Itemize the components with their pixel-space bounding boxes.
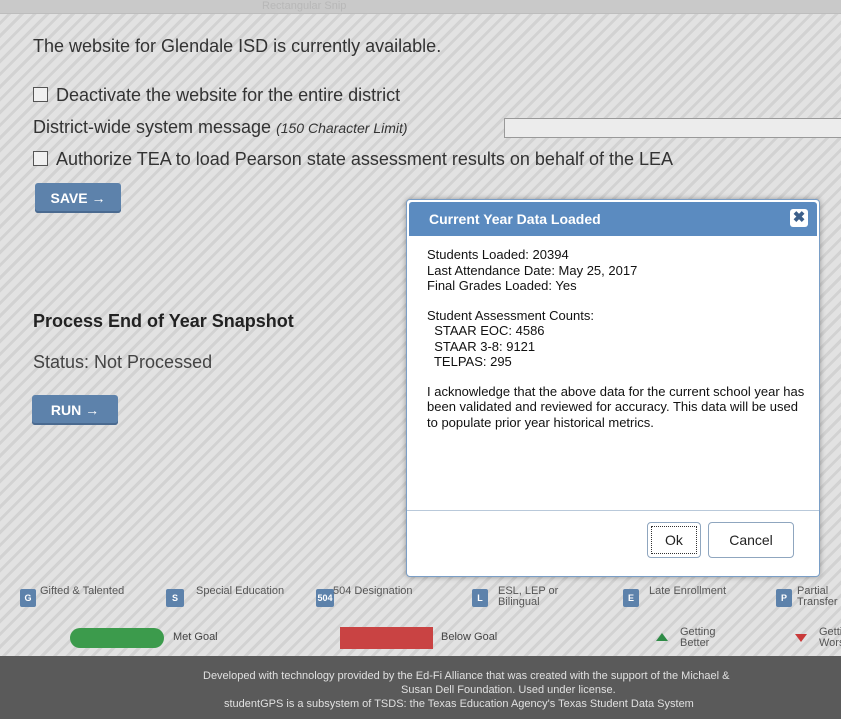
met-goal-label: Met Goal bbox=[173, 631, 218, 643]
authorize-label: Authorize TEA to load Pearson state asse… bbox=[56, 149, 674, 169]
authorize-row[interactable]: Authorize TEA to load Pearson state asse… bbox=[33, 149, 673, 170]
acknowledgement-text: I acknowledge that the above data for th… bbox=[427, 383, 805, 430]
getting-worse-label: Getting Worse bbox=[819, 627, 841, 649]
cancel-button[interactable]: Cancel bbox=[708, 522, 794, 558]
dialog-divider bbox=[407, 510, 819, 511]
late-enrollment-label: Late Enrollment bbox=[649, 585, 727, 597]
esl-icon: L bbox=[472, 589, 488, 607]
deactivate-row[interactable]: Deactivate the website for the entire di… bbox=[33, 85, 400, 106]
top-strip: Rectangular Snip bbox=[0, 0, 841, 14]
ok-button[interactable]: Ok bbox=[647, 522, 701, 558]
dialog-header: Current Year Data Loaded ✖ bbox=[409, 202, 817, 236]
partial-transfer-icon: P bbox=[776, 589, 792, 607]
final-grades-loaded: Final Grades Loaded: Yes bbox=[427, 278, 577, 293]
504-label: 504 Designation bbox=[333, 585, 413, 597]
system-message-label: District-wide system message bbox=[33, 117, 277, 137]
staar-38-count: STAAR 3-8: 9121 bbox=[427, 338, 536, 354]
last-attendance-date: Last Attendance Date: May 25, 2017 bbox=[427, 262, 638, 278]
snapshot-heading: Process End of Year Snapshot bbox=[33, 311, 294, 331]
telpas-count: TELPAS: 295 bbox=[427, 354, 512, 369]
character-limit-note: (150 Character Limit) bbox=[276, 120, 408, 136]
getting-worse-icon bbox=[795, 634, 807, 642]
assessment-counts-heading: Student Assessment Counts: bbox=[427, 307, 594, 323]
partial-transfer-label: Partial Transfer bbox=[797, 586, 838, 608]
dialog-body: Students Loaded: 20394 Last Attendance D… bbox=[427, 247, 807, 430]
footer-line-1: Developed with technology provided by th… bbox=[203, 670, 730, 682]
website-status-text: The website for Glendale ISD is currentl… bbox=[33, 36, 442, 56]
gifted-label: Gifted & Talented bbox=[40, 585, 125, 597]
system-message-row: District-wide system message (150 Charac… bbox=[33, 117, 408, 138]
staar-eoc-count: STAAR EOC: 4586 bbox=[427, 323, 545, 338]
special-education-label: Special Education bbox=[196, 585, 285, 597]
deactivate-checkbox[interactable] bbox=[33, 86, 48, 102]
late-enrollment-icon: E bbox=[623, 589, 639, 607]
504-icon: 504 bbox=[316, 589, 334, 607]
getting-better-label: Getting Better bbox=[680, 626, 716, 649]
footer-line-3: studentGPS is a subsystem of TSDS: the T… bbox=[224, 698, 694, 710]
below-goal-label: Below Goal bbox=[441, 631, 498, 643]
met-goal-swatch bbox=[70, 628, 164, 648]
snip-ghost-text: Rectangular Snip bbox=[262, 0, 347, 12]
gifted-icon: G bbox=[20, 589, 36, 607]
authorize-checkbox[interactable] bbox=[33, 150, 48, 166]
data-loaded-dialog: Current Year Data Loaded ✖ Students Load… bbox=[406, 199, 820, 577]
getting-better-icon bbox=[656, 633, 668, 641]
deactivate-label: Deactivate the website for the entire di… bbox=[56, 85, 401, 105]
footer-line-2: Susan Dell Foundation. Used under licens… bbox=[401, 684, 616, 696]
close-icon[interactable]: ✖ bbox=[790, 209, 808, 227]
system-message-input[interactable] bbox=[504, 118, 841, 138]
save-button[interactable]: SAVE → bbox=[35, 183, 121, 213]
run-button[interactable]: RUN → bbox=[32, 395, 118, 425]
special-education-icon: S bbox=[166, 589, 184, 607]
dialog-title: Current Year Data Loaded bbox=[429, 211, 601, 227]
esl-label: ESL, LEP or Bilingual bbox=[498, 585, 559, 608]
students-loaded: Students Loaded: 20394 bbox=[427, 247, 569, 262]
snapshot-status: Status: Not Processed bbox=[33, 352, 213, 372]
footer: Developed with technology provided by th… bbox=[0, 656, 841, 719]
below-goal-swatch bbox=[340, 627, 433, 649]
